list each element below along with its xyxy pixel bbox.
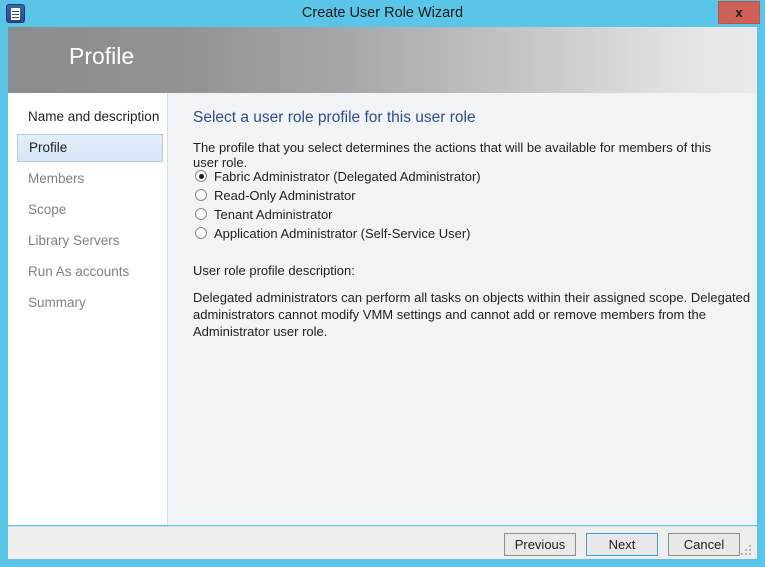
radio-option-application-administrator[interactable]: Application Administrator (Self-Service … <box>193 224 713 243</box>
sidebar-item-members[interactable]: Members <box>17 165 163 193</box>
content-heading: Select a user role profile for this user… <box>193 109 476 126</box>
wizard-steps-sidebar: Name and description Profile Members Sco… <box>8 93 168 525</box>
sidebar-item-run-as-accounts[interactable]: Run As accounts <box>17 258 163 286</box>
sidebar-item-name-and-description[interactable]: Name and description <box>17 103 163 131</box>
user-role-profile-radio-group: Fabric Administrator (Delegated Administ… <box>193 167 713 243</box>
content-subtitle: The profile that you select determines t… <box>193 140 712 170</box>
window-bottom-frame <box>0 559 765 567</box>
wizard-body: Name and description Profile Members Sco… <box>8 93 757 525</box>
radio-option-fabric-administrator[interactable]: Fabric Administrator (Delegated Administ… <box>193 167 713 186</box>
sidebar-item-profile[interactable]: Profile <box>17 134 163 162</box>
next-button[interactable]: Next <box>586 533 658 556</box>
sidebar-item-library-servers[interactable]: Library Servers <box>17 227 163 255</box>
wizard-content-pane: Select a user role profile for this user… <box>169 93 757 525</box>
description-body: Delegated administrators can perform all… <box>193 290 751 339</box>
radio-option-label: Application Administrator (Self-Service … <box>214 226 471 241</box>
radio-option-read-only-administrator[interactable]: Read-Only Administrator <box>193 186 713 205</box>
radio-mark-icon <box>195 208 207 220</box>
sidebar-item-summary[interactable]: Summary <box>17 289 163 317</box>
previous-button[interactable]: Previous <box>504 533 576 556</box>
wizard-footer: Previous Next Cancel <box>8 526 757 559</box>
window-title: Create User Role Wizard <box>301 5 464 21</box>
radio-option-tenant-administrator[interactable]: Tenant Administrator <box>193 205 713 224</box>
close-button[interactable]: x <box>718 1 760 24</box>
radio-option-label: Fabric Administrator (Delegated Administ… <box>214 169 481 184</box>
radio-option-label: Tenant Administrator <box>214 207 333 222</box>
wizard-window: Create User Role Wizard x Profile Name a… <box>0 0 765 567</box>
title-bar: Create User Role Wizard x <box>0 0 765 27</box>
resize-grip[interactable] <box>739 543 752 556</box>
page-banner: Profile <box>8 27 757 93</box>
radio-mark-icon <box>195 189 207 201</box>
cancel-button[interactable]: Cancel <box>668 533 740 556</box>
sidebar-item-scope[interactable]: Scope <box>17 196 163 224</box>
radio-mark-icon <box>195 227 207 239</box>
page-title: Profile <box>69 43 135 69</box>
description-label: User role profile description: <box>193 263 355 278</box>
radio-option-label: Read-Only Administrator <box>214 188 356 203</box>
radio-mark-icon <box>195 170 207 182</box>
